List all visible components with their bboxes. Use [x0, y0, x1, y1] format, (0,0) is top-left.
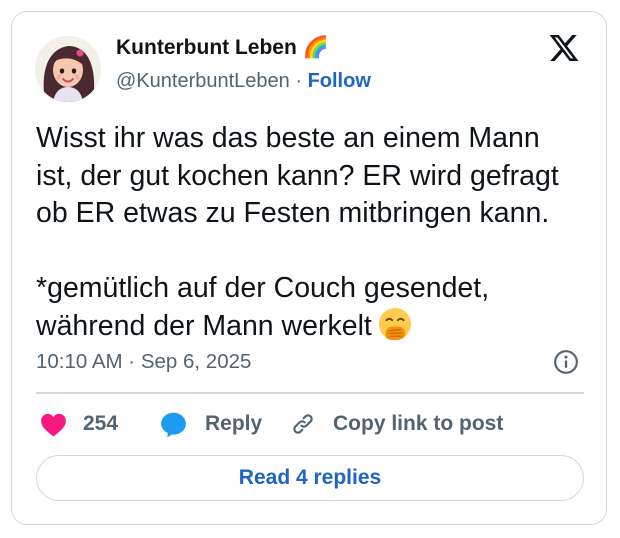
tweet-line: während der Mann werkelt — [36, 307, 591, 346]
author-handle-row: @KunterbuntLeben · Follow — [116, 70, 371, 93]
reply-bubble-icon — [161, 412, 186, 437]
handle-separator: · — [289, 70, 308, 92]
avatar-illustration — [35, 36, 101, 102]
divider — [36, 392, 584, 394]
reply-button[interactable]: Reply — [160, 408, 262, 440]
tweet-line: ist, der gut kochen kann? ER wird gefrag… — [36, 159, 559, 192]
reply-label: Reply — [205, 412, 263, 435]
read-replies-label: Read 4 replies — [238, 466, 382, 489]
info-icon[interactable] — [553, 349, 579, 375]
author-display-name[interactable]: Kunterbunt Leben 🌈 — [116, 36, 329, 60]
like-button[interactable]: 254 — [40, 408, 118, 440]
read-replies-button[interactable]: Read 4 replies — [36, 455, 584, 501]
tweet-line: ob ER etwas zu Festen mitbringen kann. — [36, 197, 550, 229]
copy-link-button[interactable]: Copy link to post — [290, 408, 503, 440]
face-with-hand-over-mouth-icon — [378, 307, 411, 341]
tweet-line: Wisst ihr was das beste an einem Mann — [36, 122, 540, 154]
heart-icon — [41, 413, 66, 436]
tweet-timestamp[interactable]: 10:10 AM · Sep 6, 2025 — [36, 350, 251, 374]
copy-link-label: Copy link to post — [333, 412, 504, 435]
tweet-line-text: während der Mann werkelt — [36, 310, 372, 342]
like-count: 254 — [83, 412, 119, 435]
follow-button[interactable]: Follow — [308, 70, 371, 92]
author-handle[interactable]: @KunterbuntLeben — [116, 70, 290, 92]
tweet-text: Wisst ihr was das beste an einem Mann is… — [36, 120, 591, 346]
tweet-line: *gemütlich auf der Couch gesendet, — [36, 271, 490, 304]
avatar[interactable] — [35, 36, 101, 102]
link-icon — [293, 414, 313, 434]
x-logo-icon[interactable] — [547, 32, 581, 64]
